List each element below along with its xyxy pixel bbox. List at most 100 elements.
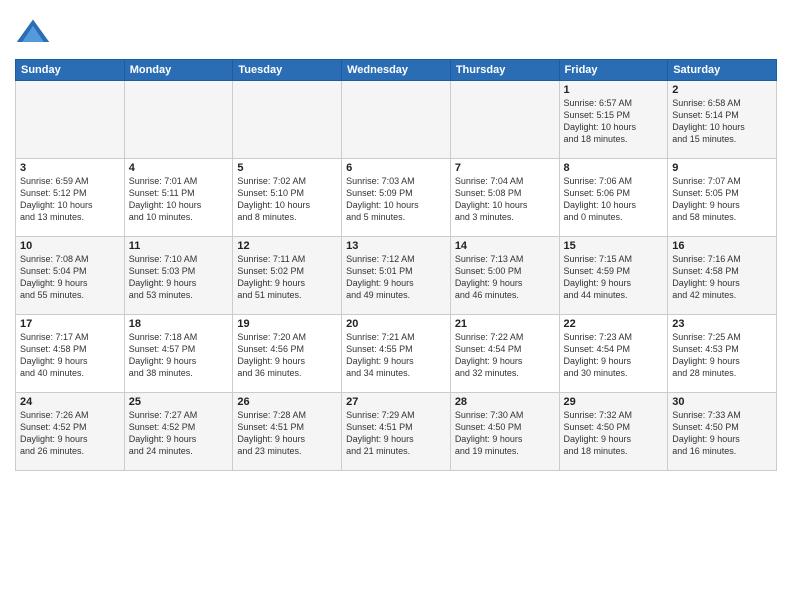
day-info: Sunrise: 7:07 AM Sunset: 5:05 PM Dayligh… xyxy=(672,175,772,224)
day-info: Sunrise: 7:21 AM Sunset: 4:55 PM Dayligh… xyxy=(346,331,446,380)
day-info: Sunrise: 7:02 AM Sunset: 5:10 PM Dayligh… xyxy=(237,175,337,224)
day-info: Sunrise: 7:04 AM Sunset: 5:08 PM Dayligh… xyxy=(455,175,555,224)
day-number: 1 xyxy=(564,84,664,96)
day-number: 20 xyxy=(346,318,446,330)
calendar-cell: 3Sunrise: 6:59 AM Sunset: 5:12 PM Daylig… xyxy=(16,159,125,237)
calendar-cell: 22Sunrise: 7:23 AM Sunset: 4:54 PM Dayli… xyxy=(559,315,668,393)
calendar-cell: 11Sunrise: 7:10 AM Sunset: 5:03 PM Dayli… xyxy=(124,237,233,315)
logo xyxy=(15,15,55,51)
day-number: 13 xyxy=(346,240,446,252)
day-info: Sunrise: 7:15 AM Sunset: 4:59 PM Dayligh… xyxy=(564,253,664,302)
day-number: 25 xyxy=(129,396,229,408)
weekday-header-saturday: Saturday xyxy=(668,60,777,81)
calendar-cell: 15Sunrise: 7:15 AM Sunset: 4:59 PM Dayli… xyxy=(559,237,668,315)
day-number: 26 xyxy=(237,396,337,408)
day-info: Sunrise: 7:28 AM Sunset: 4:51 PM Dayligh… xyxy=(237,409,337,458)
calendar-cell xyxy=(450,81,559,159)
week-row-5: 24Sunrise: 7:26 AM Sunset: 4:52 PM Dayli… xyxy=(16,393,777,471)
day-number: 22 xyxy=(564,318,664,330)
header xyxy=(15,10,777,51)
day-number: 27 xyxy=(346,396,446,408)
calendar-cell: 7Sunrise: 7:04 AM Sunset: 5:08 PM Daylig… xyxy=(450,159,559,237)
weekday-header-sunday: Sunday xyxy=(16,60,125,81)
day-info: Sunrise: 7:26 AM Sunset: 4:52 PM Dayligh… xyxy=(20,409,120,458)
day-info: Sunrise: 7:32 AM Sunset: 4:50 PM Dayligh… xyxy=(564,409,664,458)
page: SundayMondayTuesdayWednesdayThursdayFrid… xyxy=(0,0,792,612)
calendar-cell: 5Sunrise: 7:02 AM Sunset: 5:10 PM Daylig… xyxy=(233,159,342,237)
day-info: Sunrise: 7:16 AM Sunset: 4:58 PM Dayligh… xyxy=(672,253,772,302)
calendar-cell: 1Sunrise: 6:57 AM Sunset: 5:15 PM Daylig… xyxy=(559,81,668,159)
week-row-1: 1Sunrise: 6:57 AM Sunset: 5:15 PM Daylig… xyxy=(16,81,777,159)
calendar-table: SundayMondayTuesdayWednesdayThursdayFrid… xyxy=(15,59,777,471)
calendar-cell: 19Sunrise: 7:20 AM Sunset: 4:56 PM Dayli… xyxy=(233,315,342,393)
day-info: Sunrise: 7:11 AM Sunset: 5:02 PM Dayligh… xyxy=(237,253,337,302)
calendar-cell: 28Sunrise: 7:30 AM Sunset: 4:50 PM Dayli… xyxy=(450,393,559,471)
day-number: 6 xyxy=(346,162,446,174)
calendar-cell xyxy=(233,81,342,159)
day-number: 11 xyxy=(129,240,229,252)
day-number: 15 xyxy=(564,240,664,252)
calendar-cell xyxy=(342,81,451,159)
calendar-cell: 24Sunrise: 7:26 AM Sunset: 4:52 PM Dayli… xyxy=(16,393,125,471)
calendar-header: SundayMondayTuesdayWednesdayThursdayFrid… xyxy=(16,60,777,81)
day-info: Sunrise: 7:23 AM Sunset: 4:54 PM Dayligh… xyxy=(564,331,664,380)
calendar-cell: 21Sunrise: 7:22 AM Sunset: 4:54 PM Dayli… xyxy=(450,315,559,393)
day-number: 3 xyxy=(20,162,120,174)
day-number: 21 xyxy=(455,318,555,330)
weekday-header-thursday: Thursday xyxy=(450,60,559,81)
calendar-cell: 4Sunrise: 7:01 AM Sunset: 5:11 PM Daylig… xyxy=(124,159,233,237)
week-row-4: 17Sunrise: 7:17 AM Sunset: 4:58 PM Dayli… xyxy=(16,315,777,393)
day-number: 29 xyxy=(564,396,664,408)
day-number: 8 xyxy=(564,162,664,174)
calendar-cell: 14Sunrise: 7:13 AM Sunset: 5:00 PM Dayli… xyxy=(450,237,559,315)
day-number: 19 xyxy=(237,318,337,330)
day-number: 14 xyxy=(455,240,555,252)
calendar-cell: 17Sunrise: 7:17 AM Sunset: 4:58 PM Dayli… xyxy=(16,315,125,393)
calendar-cell xyxy=(16,81,125,159)
day-info: Sunrise: 7:25 AM Sunset: 4:53 PM Dayligh… xyxy=(672,331,772,380)
calendar-cell: 12Sunrise: 7:11 AM Sunset: 5:02 PM Dayli… xyxy=(233,237,342,315)
day-info: Sunrise: 7:10 AM Sunset: 5:03 PM Dayligh… xyxy=(129,253,229,302)
day-number: 10 xyxy=(20,240,120,252)
calendar-cell: 23Sunrise: 7:25 AM Sunset: 4:53 PM Dayli… xyxy=(668,315,777,393)
day-number: 7 xyxy=(455,162,555,174)
day-info: Sunrise: 7:01 AM Sunset: 5:11 PM Dayligh… xyxy=(129,175,229,224)
day-info: Sunrise: 7:08 AM Sunset: 5:04 PM Dayligh… xyxy=(20,253,120,302)
calendar-cell: 29Sunrise: 7:32 AM Sunset: 4:50 PM Dayli… xyxy=(559,393,668,471)
calendar-cell: 30Sunrise: 7:33 AM Sunset: 4:50 PM Dayli… xyxy=(668,393,777,471)
weekday-header-wednesday: Wednesday xyxy=(342,60,451,81)
day-number: 18 xyxy=(129,318,229,330)
day-info: Sunrise: 7:22 AM Sunset: 4:54 PM Dayligh… xyxy=(455,331,555,380)
day-info: Sunrise: 7:18 AM Sunset: 4:57 PM Dayligh… xyxy=(129,331,229,380)
day-number: 2 xyxy=(672,84,772,96)
day-info: Sunrise: 6:57 AM Sunset: 5:15 PM Dayligh… xyxy=(564,97,664,146)
day-number: 24 xyxy=(20,396,120,408)
weekday-header-monday: Monday xyxy=(124,60,233,81)
logo-icon xyxy=(15,15,51,51)
calendar-cell: 2Sunrise: 6:58 AM Sunset: 5:14 PM Daylig… xyxy=(668,81,777,159)
day-number: 28 xyxy=(455,396,555,408)
day-info: Sunrise: 7:12 AM Sunset: 5:01 PM Dayligh… xyxy=(346,253,446,302)
day-info: Sunrise: 7:06 AM Sunset: 5:06 PM Dayligh… xyxy=(564,175,664,224)
day-info: Sunrise: 6:59 AM Sunset: 5:12 PM Dayligh… xyxy=(20,175,120,224)
day-info: Sunrise: 7:13 AM Sunset: 5:00 PM Dayligh… xyxy=(455,253,555,302)
calendar-cell: 6Sunrise: 7:03 AM Sunset: 5:09 PM Daylig… xyxy=(342,159,451,237)
calendar-cell: 18Sunrise: 7:18 AM Sunset: 4:57 PM Dayli… xyxy=(124,315,233,393)
weekday-header-tuesday: Tuesday xyxy=(233,60,342,81)
day-info: Sunrise: 7:20 AM Sunset: 4:56 PM Dayligh… xyxy=(237,331,337,380)
day-info: Sunrise: 7:27 AM Sunset: 4:52 PM Dayligh… xyxy=(129,409,229,458)
day-number: 16 xyxy=(672,240,772,252)
day-info: Sunrise: 7:17 AM Sunset: 4:58 PM Dayligh… xyxy=(20,331,120,380)
day-info: Sunrise: 7:03 AM Sunset: 5:09 PM Dayligh… xyxy=(346,175,446,224)
day-number: 5 xyxy=(237,162,337,174)
day-info: Sunrise: 7:30 AM Sunset: 4:50 PM Dayligh… xyxy=(455,409,555,458)
day-number: 9 xyxy=(672,162,772,174)
calendar-cell: 16Sunrise: 7:16 AM Sunset: 4:58 PM Dayli… xyxy=(668,237,777,315)
day-number: 30 xyxy=(672,396,772,408)
calendar-body: 1Sunrise: 6:57 AM Sunset: 5:15 PM Daylig… xyxy=(16,81,777,471)
calendar-cell: 9Sunrise: 7:07 AM Sunset: 5:05 PM Daylig… xyxy=(668,159,777,237)
week-row-2: 3Sunrise: 6:59 AM Sunset: 5:12 PM Daylig… xyxy=(16,159,777,237)
day-number: 23 xyxy=(672,318,772,330)
calendar-cell: 26Sunrise: 7:28 AM Sunset: 4:51 PM Dayli… xyxy=(233,393,342,471)
calendar-cell: 27Sunrise: 7:29 AM Sunset: 4:51 PM Dayli… xyxy=(342,393,451,471)
